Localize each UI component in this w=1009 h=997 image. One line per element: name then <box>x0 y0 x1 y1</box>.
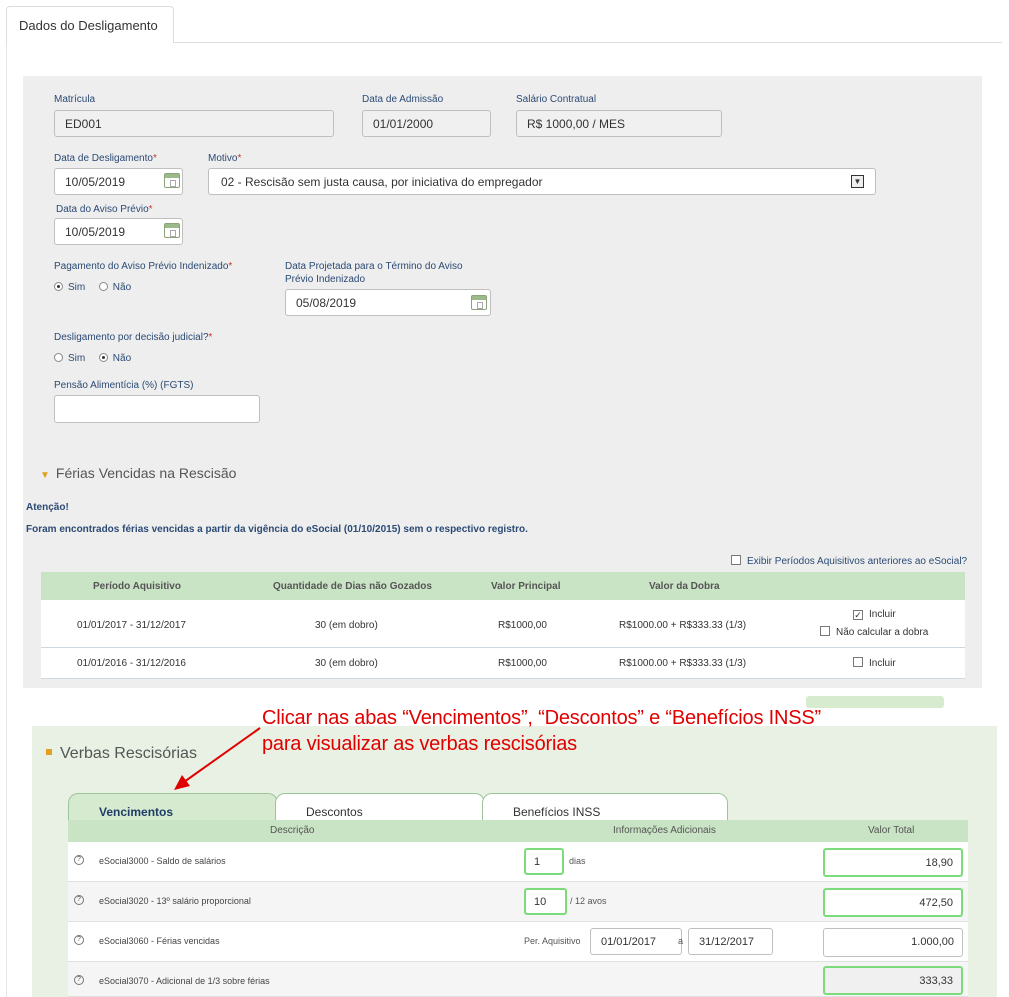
tab-label: Dados do Desligamento <box>19 18 158 33</box>
total-input[interactable]: 472,50 <box>823 888 963 917</box>
col-dias: Quantidade de Dias não Gozados <box>273 581 432 592</box>
table-row: ? eSocial3020 - 13º salário proporcional… <box>68 882 968 922</box>
checkbox[interactable] <box>853 657 863 667</box>
annotation-line-1: Clicar nas abas “Vencimentos”, “Desconto… <box>262 707 821 729</box>
unit-label: / 12 avos <box>570 896 607 906</box>
annotation-line-2: para visualizar as verbas rescisórias <box>262 733 577 755</box>
ferias-section-title[interactable]: ▼ Férias Vencidas na Rescisão <box>40 465 236 481</box>
total-input[interactable]: 1.000,00 <box>823 928 963 957</box>
annotation-arrow <box>174 727 261 790</box>
data-projetada-label-2: Prévio Indenizado <box>285 274 366 285</box>
verba-desc: eSocial3060 - Férias vencidas <box>99 936 220 946</box>
dobra-cell: R$1000.00 + R$333.33 (1/3) <box>619 658 747 669</box>
calendar-icon[interactable] <box>164 173 180 188</box>
help-icon[interactable]: ? <box>74 935 84 945</box>
pensao-label: Pensão Alimentícia (%) (FGTS) <box>54 380 194 391</box>
verbas-table-header: Descrição Informações Adicionais Valor T… <box>68 820 968 842</box>
pensao-input[interactable] <box>54 395 260 423</box>
total-input[interactable]: 333,33 <box>823 966 963 995</box>
atencao-message: Foram encontrados férias vencidas a part… <box>26 524 528 535</box>
periodo-from-input[interactable]: 01/01/2017 <box>590 928 682 955</box>
admissao-field: 01/01/2000 <box>362 110 491 137</box>
principal-cell: R$1000,00 <box>498 620 547 631</box>
radio-sim[interactable] <box>54 282 63 291</box>
tab-dados-desligamento[interactable]: Dados do Desligamento <box>6 6 174 43</box>
content-border <box>6 43 7 997</box>
data-projetada-label-1: Data Projetada para o Término do Aviso <box>285 261 463 272</box>
salario-field: R$ 1000,00 / MES <box>516 110 722 137</box>
calendar-icon[interactable] <box>471 295 487 310</box>
checkbox[interactable] <box>820 626 830 636</box>
radio-nao[interactable] <box>98 353 108 362</box>
admissao-label: Data de Admissão <box>362 94 444 105</box>
motivo-label: Motivo* <box>208 153 242 164</box>
ferias-table-header: Período Aquisitivo Quantidade de Dias nã… <box>41 572 965 600</box>
separator-label: a <box>678 936 684 946</box>
col-dobra: Valor da Dobra <box>649 581 720 592</box>
col-principal: Valor Principal <box>491 581 561 592</box>
judicial-label: Desligamento por decisão judicial?* <box>54 332 213 343</box>
qty-input[interactable]: 1 <box>524 848 564 875</box>
bullet-icon <box>46 749 52 755</box>
tab-beneficios-inss[interactable]: Benefícios INSS <box>482 793 728 820</box>
judicial-radios: Sim Não <box>54 353 131 364</box>
incluir-checkbox[interactable]: ✓ Incluir <box>853 609 896 620</box>
tab-divider <box>174 42 1002 43</box>
nao-calcular-checkbox[interactable]: Não calcular a dobra <box>820 626 928 638</box>
table-row: 01/01/2016 - 31/12/2016 30 (em dobro) R$… <box>41 648 965 679</box>
table-row: ? eSocial3000 - Saldo de salários 1 dias… <box>68 842 968 882</box>
col-valor-total: Valor Total <box>868 825 915 836</box>
triangle-down-icon: ▼ <box>40 470 50 481</box>
unit-label: dias <box>569 856 586 866</box>
desligamento-label: Data de Desligamento* <box>54 153 157 164</box>
data-projetada-input[interactable]: 05/08/2019 <box>285 289 491 316</box>
verba-desc: eSocial3070 - Adicional de 1/3 sobre fér… <box>99 976 270 986</box>
motivo-select[interactable]: 02 - Rescisão sem justa causa, por inici… <box>208 168 876 195</box>
aviso-label: Data do Aviso Prévio* <box>56 204 153 215</box>
periodo-to-input[interactable]: 31/12/2017 <box>688 928 773 955</box>
calendar-icon[interactable] <box>164 223 180 238</box>
chevron-down-icon[interactable]: ▼ <box>851 175 864 188</box>
col-periodo: Período Aquisitivo <box>93 581 181 592</box>
per-aquisitivo-label: Per. Aquisitivo <box>524 936 581 946</box>
total-input[interactable]: 18,90 <box>823 848 963 877</box>
matricula-field: ED001 <box>54 110 334 137</box>
help-icon[interactable]: ? <box>74 975 84 985</box>
periodo-cell: 01/01/2017 - 31/12/2017 <box>77 620 186 631</box>
radio-sim[interactable] <box>54 353 63 362</box>
checkbox[interactable] <box>731 555 741 565</box>
table-row: 01/01/2017 - 31/12/2017 30 (em dobro) R$… <box>41 600 965 648</box>
matricula-label: Matrícula <box>54 94 96 105</box>
pagamento-aviso-label: Pagamento do Aviso Prévio Indenizado* <box>54 261 233 272</box>
pagamento-aviso-radios: Sim Não <box>54 282 131 293</box>
checkbox-checked[interactable]: ✓ <box>853 610 863 620</box>
verba-desc: eSocial3020 - 13º salário proporcional <box>99 896 251 906</box>
exibir-periodos-checkbox[interactable]: Exibir Períodos Aquisitivos anteriores a… <box>731 555 967 567</box>
periodo-cell: 01/01/2016 - 31/12/2016 <box>77 658 186 669</box>
help-icon[interactable]: ? <box>74 895 84 905</box>
dias-cell: 30 (em dobro) <box>315 658 378 669</box>
tab-descontos[interactable]: Descontos <box>275 793 485 820</box>
table-row: ? eSocial3060 - Férias vencidas Per. Aqu… <box>68 922 968 962</box>
principal-cell: R$1000,00 <box>498 658 547 669</box>
col-informacoes: Informações Adicionais <box>613 825 716 836</box>
dobra-cell: R$1000.00 + R$333.33 (1/3) <box>619 620 747 631</box>
col-descricao: Descrição <box>270 825 315 836</box>
table-row: ? eSocial3070 - Adicional de 1/3 sobre f… <box>68 962 968 997</box>
qty-input[interactable]: 10 <box>524 888 567 915</box>
salario-label: Salário Contratual <box>516 94 597 105</box>
help-icon[interactable]: ? <box>74 855 84 865</box>
action-button[interactable] <box>806 696 944 708</box>
atencao-label: Atenção! <box>26 502 69 513</box>
radio-nao[interactable] <box>98 282 108 291</box>
dias-cell: 30 (em dobro) <box>315 620 378 631</box>
verba-desc: eSocial3000 - Saldo de salários <box>99 856 226 866</box>
incluir-checkbox[interactable]: Incluir <box>853 657 896 669</box>
